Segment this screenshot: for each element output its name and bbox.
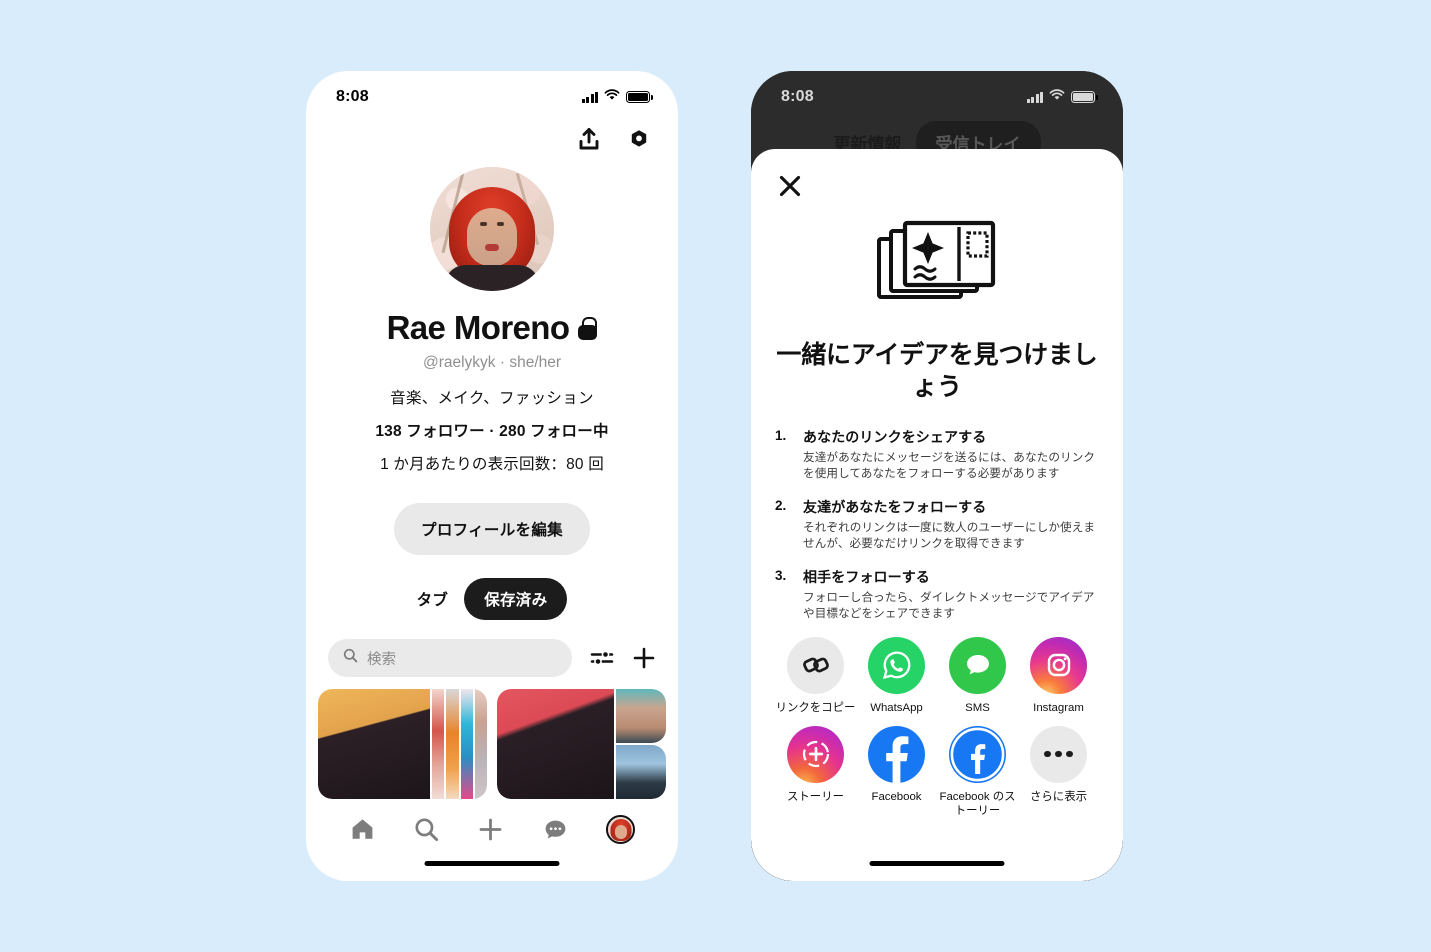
profile-top-actions [306,117,678,151]
profile-tab-row: タブ 保存済み [306,578,678,620]
wifi-icon [1049,88,1065,106]
share-target-label: Facebook のストーリー [939,790,1016,818]
share-target-more[interactable]: さらに表示 [1018,725,1099,820]
nav-create-icon[interactable] [477,816,504,843]
boards-grid [306,689,678,799]
sms-icon [949,636,1006,694]
share-targets-grid: リンクをコピー WhatsApp SMS Instagram ストーリー Fac… [775,636,1099,820]
share-target-sms[interactable]: SMS [937,636,1018,716]
list-item: 1. あなたのリンクをシェアする 友達があなたにメッセージを送るには、あなたのリ… [775,427,1099,483]
tab-saved[interactable]: 保存済み [464,578,568,620]
search-placeholder: 検索 [367,651,396,668]
link-copy-icon [787,636,844,694]
sheet-title: 一緒にアイデアを見つけましょう [776,341,1098,401]
share-target-facebook[interactable]: Facebook [856,725,937,820]
more-options-icon [1030,725,1087,783]
profile-avatar[interactable] [430,167,554,291]
home-indicator [869,861,1005,866]
share-target-whatsapp[interactable]: WhatsApp [856,636,937,716]
step-body: 友達があなたにメッセージを送るには、あなたのリンクを使用してあなたをフォローする… [803,451,1096,481]
facebook-story-icon [949,725,1006,783]
share-target-instagram[interactable]: Instagram [1018,636,1099,716]
status-bar: 8:08 [306,71,678,117]
board-right[interactable] [497,689,666,799]
list-item: 2. 友達があなたをフォローする それぞれのリンクは一度に数人のユーザーにしか使… [775,497,1099,553]
step-number: 1. [775,428,787,443]
profile-handle: @raelykyk · she/her [422,354,562,371]
whatsapp-icon [868,636,925,694]
step-number: 2. [775,497,787,513]
share-target-label: リンクをコピー [775,701,856,714]
list-item: 3. 相手をフォローする フォローし合ったら、ダイレクトメッセージでアイデアや目… [775,567,1099,623]
step-heading: 友達があなたをフォローする [803,498,987,515]
home-indicator [424,861,560,866]
plus-icon[interactable] [632,646,656,670]
edit-profile-button[interactable]: プロフィールを編集 [394,503,590,555]
share-target-facebook-story[interactable]: Facebook のストーリー [937,725,1018,820]
share-target-copy-link[interactable]: リンクをコピー [775,636,856,716]
cellular-signal-icon [581,91,598,103]
share-target-instagram-story[interactable]: ストーリー [775,725,856,820]
share-target-label: WhatsApp [870,701,923,714]
facebook-icon [868,725,925,783]
step-number: 3. [775,567,787,583]
profile-follower-stats[interactable]: 138 フォロワー · 280 フォロー中 [306,419,678,441]
page-title: Rae Moreno [306,309,678,347]
share-target-label: SMS [965,701,990,714]
search-input[interactable]: 検索 [328,639,572,677]
profile-monthly-views: 1 か月あたりの表示回数：80 回 [380,456,604,473]
step-body: フォローし合ったら、ダイレクトメッセージでアイデアや目標などをシェアできます [803,590,1095,621]
battery-full-icon [1071,91,1098,103]
filter-sliders-icon[interactable] [590,647,614,669]
profile-bio: 音楽、メイク、ファッション [390,390,594,407]
settings-gear-icon[interactable] [628,127,650,151]
profile-name-text: Rae Moreno [386,309,570,346]
step-heading: 相手をフォローする [803,568,930,585]
step-body: それぞれのリンクは一度に数人のユーザーにしか使えませんが、必要なだけリンクを取得… [803,520,1096,551]
screenshot-stage: 8:08 Rae Moreno @raelykyk · she/her 音楽、メ… [0,0,1431,952]
share-target-label: Facebook [871,790,922,803]
share-target-label: ストーリー [787,790,844,803]
nav-profile-avatar[interactable] [606,814,636,844]
status-time: 8:08 [336,88,369,105]
tab-created[interactable]: タブ [417,588,449,610]
nav-messages-icon[interactable] [542,816,569,843]
share-bottom-sheet: 一緒にアイデアを見つけましょう 1. あなたのリンクをシェアする 友達があなたに… [751,149,1123,881]
search-row: 検索 [306,639,678,677]
step-heading: あなたのリンクをシェアする [803,429,987,445]
instagram-story-icon [787,725,844,783]
share-target-label: Instagram [1033,701,1084,714]
status-indicators [581,88,653,106]
share-icon[interactable] [578,127,600,151]
status-indicators [1026,88,1098,106]
right-phone-share-sheet-screen: 更新情報 受信トレイ 8:08 [751,71,1123,881]
search-icon [343,648,358,668]
lock-icon [578,316,598,340]
status-bar: 8:08 [751,71,1123,117]
steps-list: 1. あなたのリンクをシェアする 友達があなたにメッセージを送るには、あなたのリ… [775,427,1099,623]
battery-full-icon [626,91,653,103]
postcards-icon [873,213,1001,313]
cellular-signal-icon [1026,91,1043,103]
status-time: 8:08 [781,88,814,105]
board-left[interactable] [318,689,487,799]
nav-home-icon[interactable] [349,816,376,843]
left-phone-profile-screen: 8:08 Rae Moreno @raelykyk · she/her 音楽、メ… [306,71,678,881]
share-target-label: さらに表示 [1030,790,1087,803]
bottom-navigation-bar [306,799,678,881]
nav-search-icon[interactable] [413,816,440,843]
instagram-icon [1030,636,1087,694]
close-x-icon[interactable] [775,171,805,201]
wifi-icon [604,88,620,106]
